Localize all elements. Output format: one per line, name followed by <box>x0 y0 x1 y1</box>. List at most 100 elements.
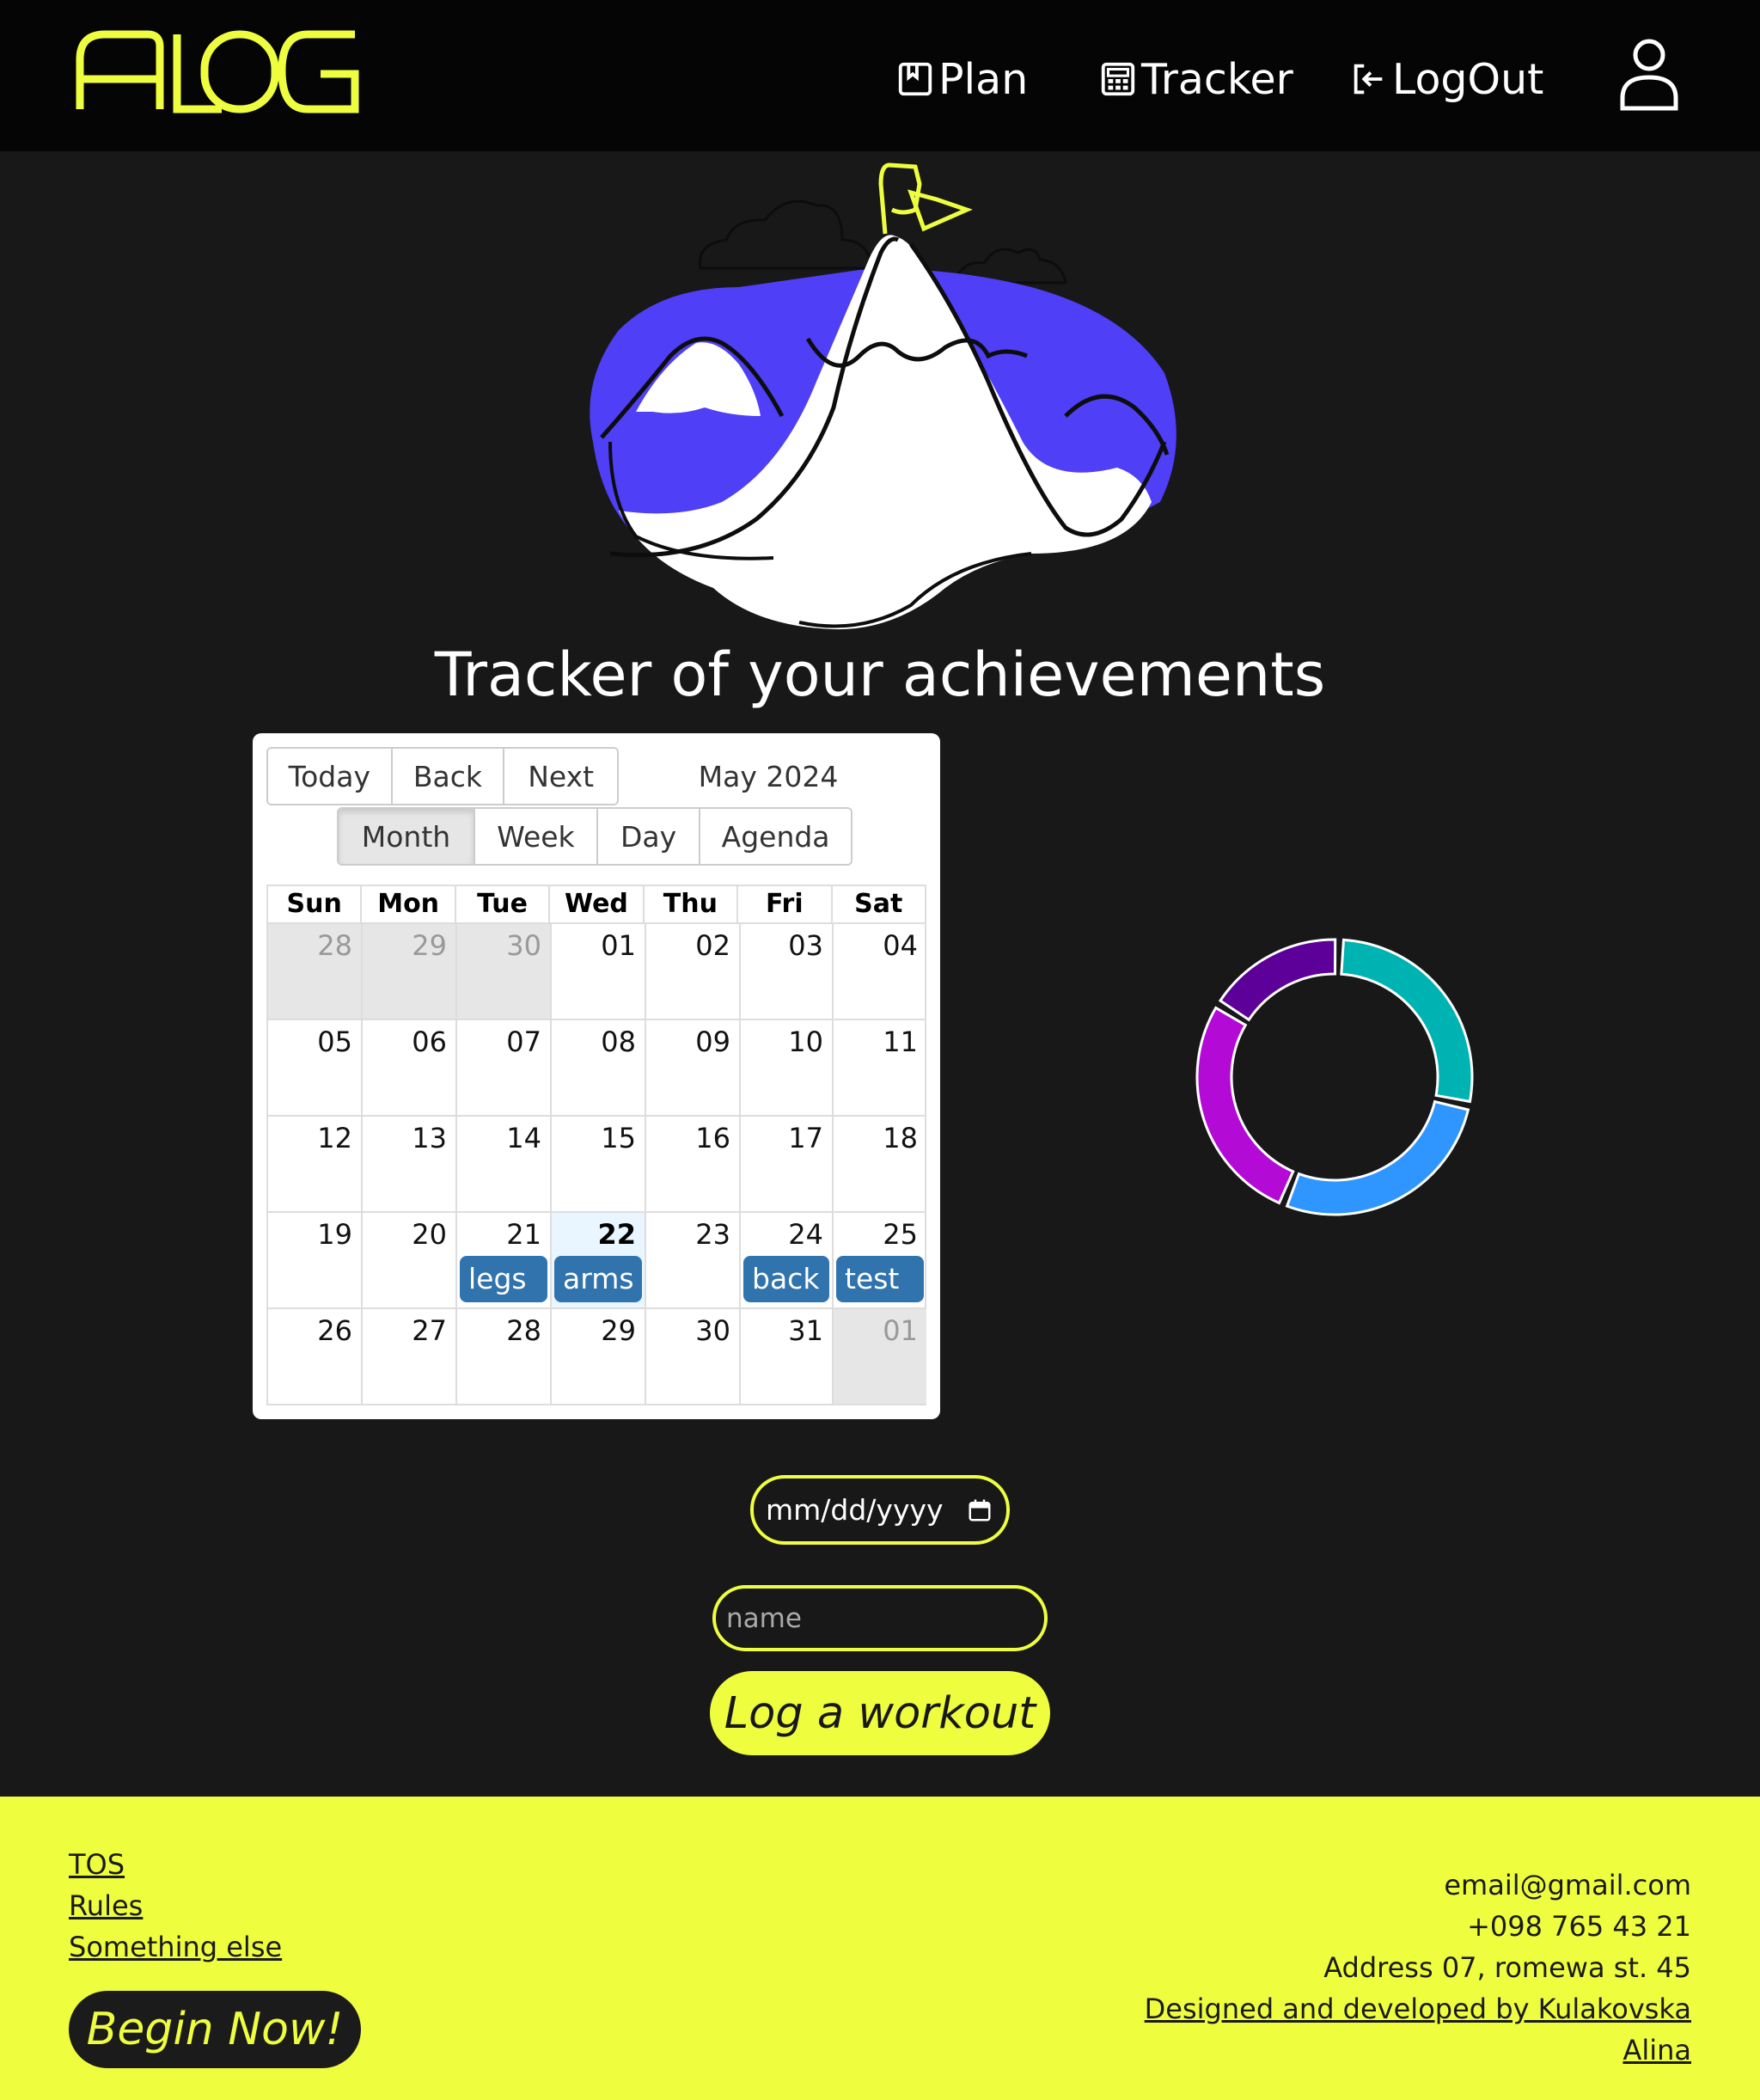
day-number[interactable]: 09 <box>695 1026 730 1058</box>
day-number[interactable]: 07 <box>506 1026 541 1058</box>
begin-now-button[interactable]: Begin Now! <box>69 1991 361 2068</box>
date-input[interactable]: mm/dd/yyyy <box>750 1475 1010 1545</box>
day-number[interactable]: 15 <box>601 1122 636 1154</box>
nav-plan[interactable]: Plan <box>895 50 1028 108</box>
day-number[interactable]: 11 <box>883 1026 918 1058</box>
day-number[interactable]: 23 <box>695 1218 730 1251</box>
day-cell[interactable]: 12 <box>268 1117 363 1211</box>
view-agenda-button[interactable]: Agenda <box>700 809 851 864</box>
day-cell[interactable]: 30 <box>646 1309 741 1404</box>
view-day-button[interactable]: Day <box>597 809 701 864</box>
nav-logout[interactable]: LogOut <box>1349 50 1543 108</box>
day-number[interactable]: 21 <box>506 1218 541 1251</box>
day-cell[interactable]: 24 back <box>741 1213 834 1307</box>
footer-credit-link[interactable]: Designed and developed by Kulakovska <box>1145 1993 1691 2025</box>
day-cell[interactable]: 01 <box>552 924 646 1019</box>
day-cell[interactable]: 18 <box>834 1117 926 1211</box>
day-cell[interactable]: 28 <box>268 924 363 1019</box>
day-number[interactable]: 18 <box>883 1122 918 1154</box>
today-button[interactable]: Today <box>268 749 393 804</box>
day-number[interactable]: 28 <box>317 929 352 962</box>
footer-link-rules[interactable]: Rules <box>69 1889 143 1922</box>
footer-link-tos[interactable]: TOS <box>69 1848 125 1881</box>
weekday-label: Mon <box>362 886 456 922</box>
day-number[interactable]: 17 <box>788 1122 823 1154</box>
next-button[interactable]: Next <box>504 749 617 804</box>
view-week-button[interactable]: Week <box>474 809 598 864</box>
day-number[interactable]: 01 <box>883 1314 918 1347</box>
day-cell[interactable]: 15 <box>552 1117 646 1211</box>
day-number[interactable]: 19 <box>317 1218 352 1251</box>
day-number[interactable]: 28 <box>506 1314 541 1347</box>
day-cell[interactable]: 13 <box>363 1117 457 1211</box>
day-cell[interactable]: 09 <box>646 1020 741 1115</box>
day-number[interactable]: 24 <box>788 1218 823 1251</box>
day-cell[interactable]: 23 <box>646 1213 741 1307</box>
day-number[interactable]: 27 <box>412 1314 447 1347</box>
day-cell[interactable]: 27 <box>363 1309 457 1404</box>
day-number[interactable]: 02 <box>695 929 730 962</box>
day-number[interactable]: 16 <box>695 1122 730 1154</box>
day-number[interactable]: 29 <box>412 929 447 962</box>
log-workout-button[interactable]: Log a workout <box>710 1671 1050 1755</box>
donut-segment <box>1218 938 1337 1022</box>
calendar-event[interactable]: legs <box>460 1256 547 1302</box>
day-cell[interactable]: 05 <box>268 1020 363 1115</box>
workout-name-input[interactable]: name <box>712 1585 1048 1651</box>
day-number[interactable]: 25 <box>883 1218 918 1251</box>
footer-credit-name[interactable]: Alina <box>1622 2034 1691 2066</box>
day-number[interactable]: 30 <box>695 1314 730 1347</box>
day-cell[interactable]: 25 test <box>834 1213 926 1307</box>
day-cell[interactable]: 08 <box>552 1020 646 1115</box>
back-button[interactable]: Back <box>392 749 505 804</box>
day-number[interactable]: 29 <box>601 1314 636 1347</box>
day-number[interactable]: 26 <box>317 1314 352 1347</box>
day-cell[interactable]: 01 <box>834 1309 926 1404</box>
day-number[interactable]: 22 <box>597 1218 636 1251</box>
week-row: 28 29 30 01 02 03 04 <box>268 924 925 1020</box>
day-cell[interactable]: 16 <box>646 1117 741 1211</box>
day-number[interactable]: 14 <box>506 1122 541 1154</box>
day-cell[interactable]: 14 <box>457 1117 552 1211</box>
day-number[interactable]: 31 <box>788 1314 823 1347</box>
day-cell[interactable]: 07 <box>457 1020 552 1115</box>
calendar-icon[interactable] <box>967 1497 993 1523</box>
nav-tracker[interactable]: Tracker <box>1098 50 1293 108</box>
calendar-event[interactable]: back <box>743 1256 829 1302</box>
footer-link-something-else[interactable]: Something else <box>69 1931 282 1963</box>
day-number[interactable]: 05 <box>317 1026 352 1058</box>
day-cell[interactable]: 28 <box>457 1309 552 1404</box>
day-cell[interactable]: 17 <box>741 1117 834 1211</box>
day-cell[interactable]: 26 <box>268 1309 363 1404</box>
day-number[interactable]: 08 <box>601 1026 636 1058</box>
day-number[interactable]: 01 <box>601 929 636 962</box>
day-cell[interactable]: 22 arms <box>552 1213 646 1307</box>
day-number[interactable]: 03 <box>788 929 823 962</box>
day-number[interactable]: 12 <box>317 1122 352 1154</box>
day-number[interactable]: 20 <box>412 1218 447 1251</box>
day-cell[interactable]: 03 <box>741 924 834 1019</box>
user-icon[interactable] <box>1619 38 1679 112</box>
day-cell[interactable]: 19 <box>268 1213 363 1307</box>
name-input-placeholder: name <box>726 1602 802 1634</box>
view-month-button[interactable]: Month <box>339 809 475 864</box>
day-cell[interactable]: 04 <box>834 924 926 1019</box>
day-number[interactable]: 13 <box>412 1122 447 1154</box>
day-number[interactable]: 30 <box>506 929 541 962</box>
day-cell[interactable]: 29 <box>363 924 457 1019</box>
day-cell[interactable]: 02 <box>646 924 741 1019</box>
day-cell[interactable]: 31 <box>741 1309 834 1404</box>
day-cell[interactable]: 29 <box>552 1309 646 1404</box>
day-cell[interactable]: 20 <box>363 1213 457 1307</box>
day-number[interactable]: 04 <box>883 929 918 962</box>
day-cell[interactable]: 06 <box>363 1020 457 1115</box>
logo[interactable] <box>76 29 359 113</box>
day-cell[interactable]: 11 <box>834 1020 926 1115</box>
day-cell[interactable]: 21 legs <box>457 1213 552 1307</box>
calendar-event[interactable]: arms <box>554 1256 642 1302</box>
day-number[interactable]: 10 <box>788 1026 823 1058</box>
day-number[interactable]: 06 <box>412 1026 447 1058</box>
day-cell[interactable]: 10 <box>741 1020 834 1115</box>
day-cell[interactable]: 30 <box>457 924 552 1019</box>
calendar-event[interactable]: test <box>836 1256 924 1302</box>
